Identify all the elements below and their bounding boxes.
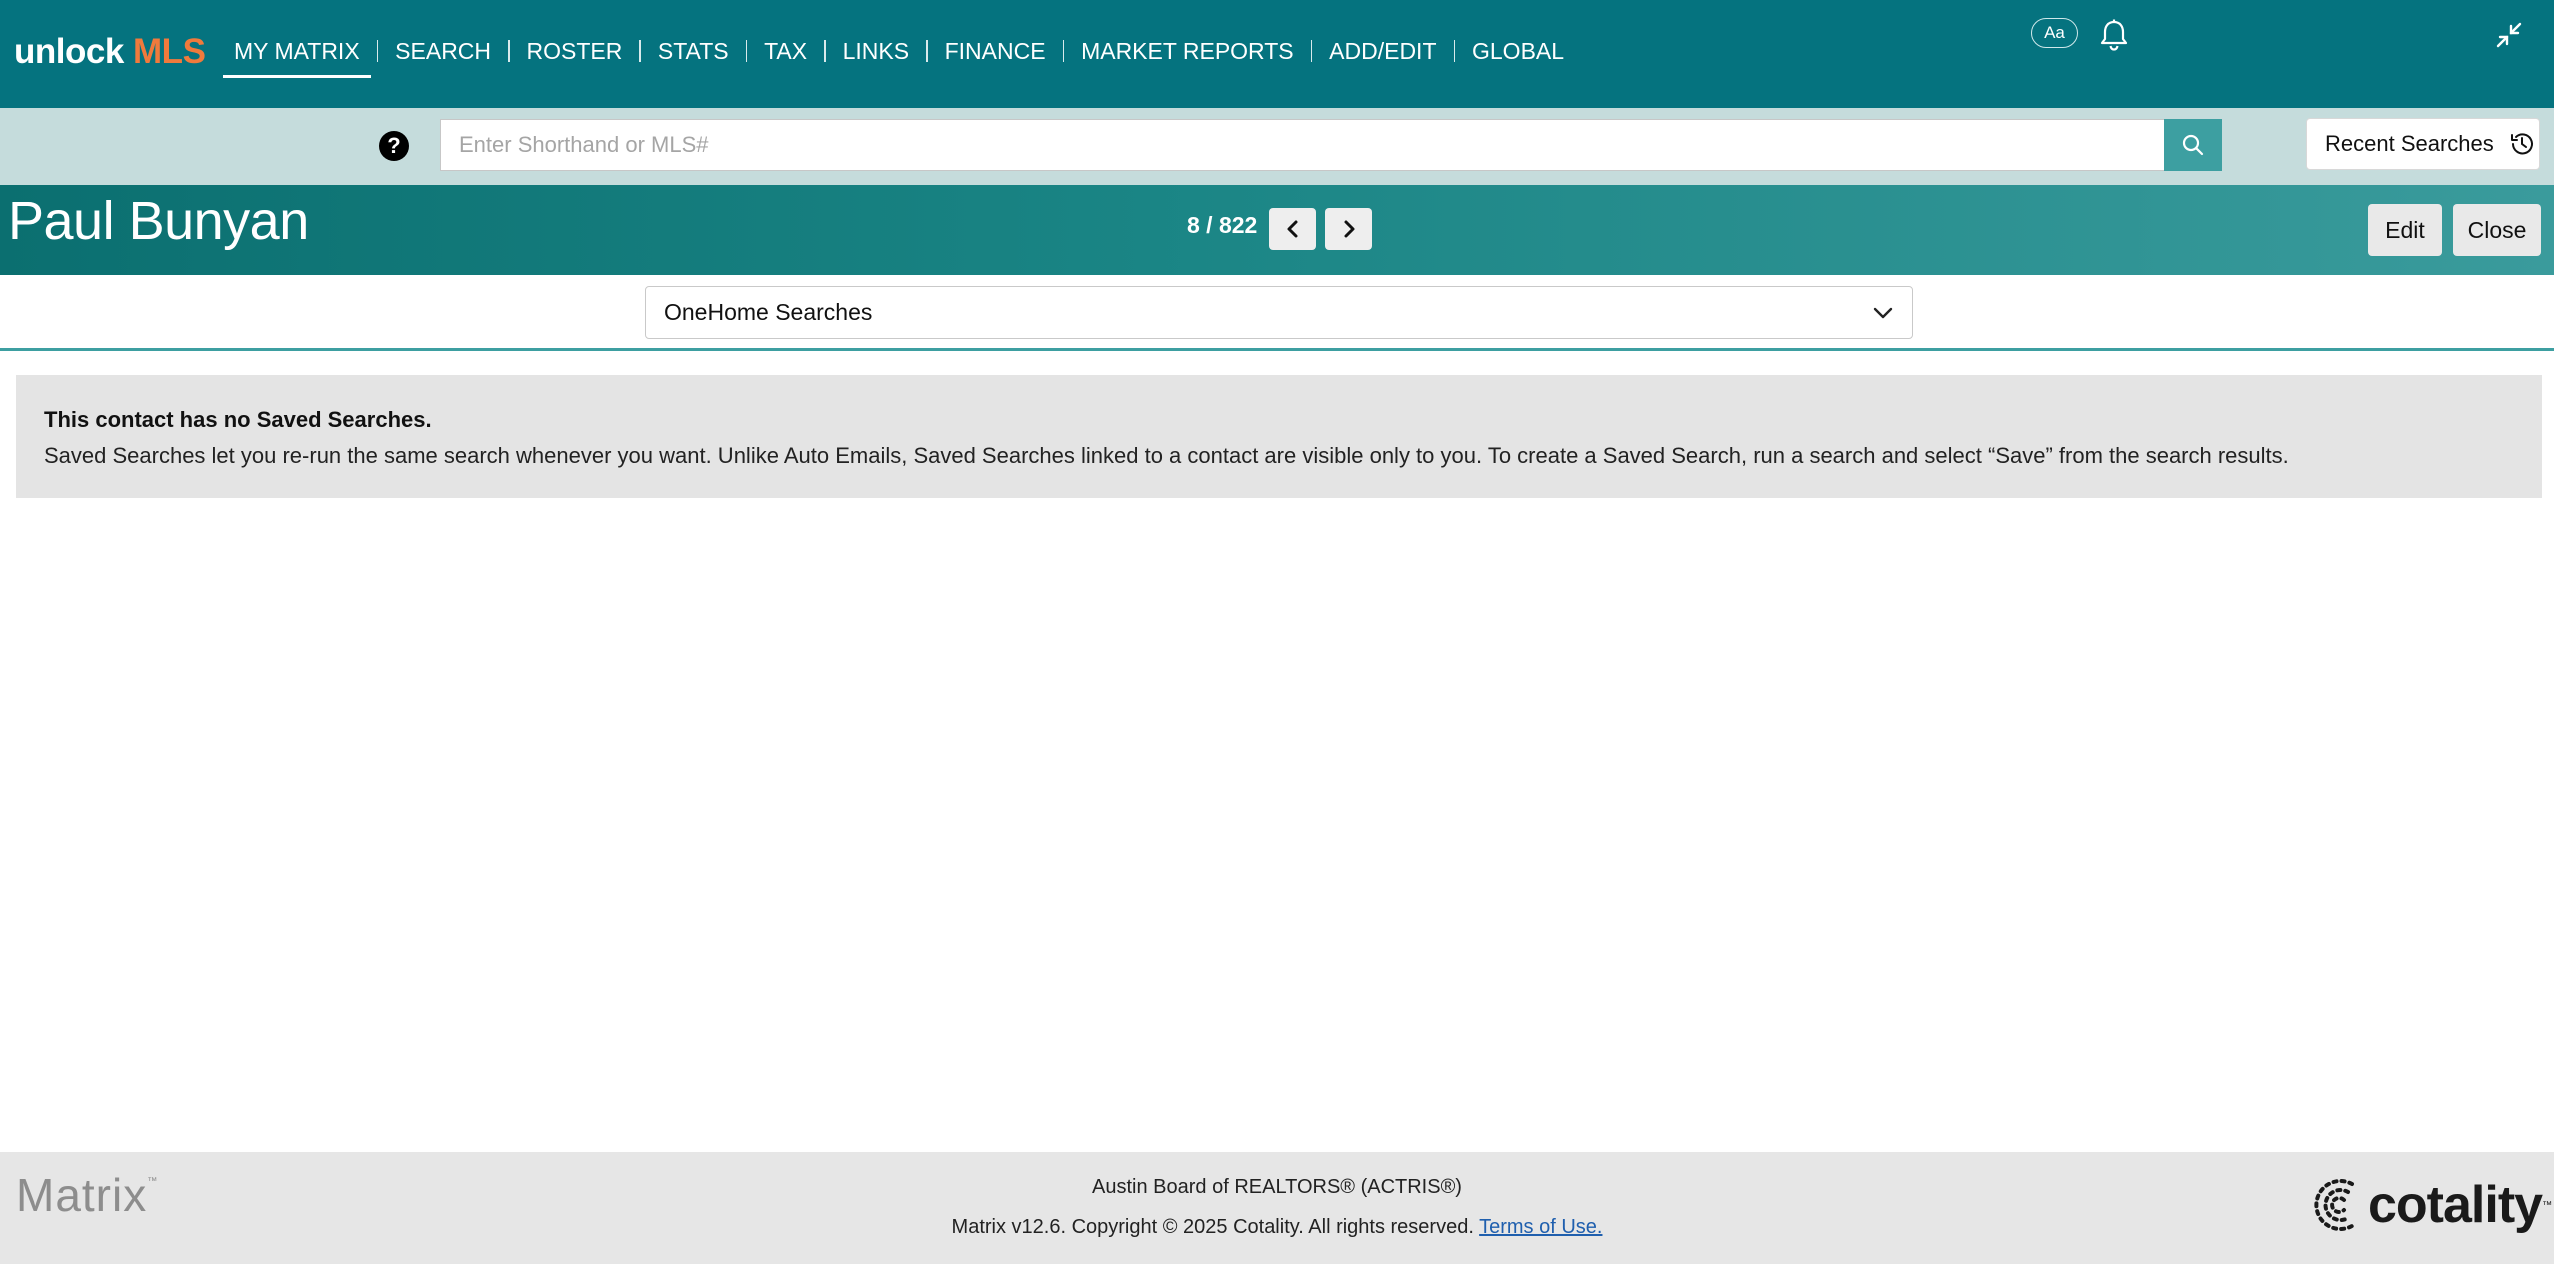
nav-divider: [508, 40, 510, 62]
chevron-left-icon: [1287, 220, 1297, 238]
top-navigation-bar: unlock MLS MY MATRIX SEARCH ROSTER STATS…: [0, 0, 2554, 108]
message-body: Saved Searches let you re-run the same s…: [44, 443, 2289, 468]
nav-divider: [926, 40, 928, 62]
history-icon: [2510, 133, 2533, 155]
next-record-button[interactable]: [1325, 208, 1372, 250]
contact-view-selected: OneHome Searches: [664, 299, 873, 325]
cotality-logo: cotality ™: [2306, 1172, 2552, 1238]
nav-divider: [1062, 40, 1065, 62]
close-button[interactable]: Close: [2453, 204, 2541, 256]
nav-item-my-matrix[interactable]: MY MATRIX: [223, 28, 371, 78]
contact-view-select[interactable]: OneHome Searches: [645, 286, 1913, 339]
record-counter: 8 / 822: [1187, 212, 1258, 238]
nav-divider: [1453, 40, 1455, 62]
nav-item-global[interactable]: GLOBAL: [1461, 28, 1575, 74]
nav-divider: [639, 40, 641, 62]
unlock-mls-logo[interactable]: unlock MLS: [14, 32, 206, 72]
font-size-button[interactable]: Aa: [2031, 18, 2078, 48]
footer-board-name: Austin Board of REALTORS® (ACTRIS®): [1092, 1176, 1462, 1198]
nav-item-tax[interactable]: TAX: [753, 28, 818, 74]
nav-item-finance[interactable]: FINANCE: [934, 28, 1057, 74]
recent-searches-button[interactable]: Recent Searches: [2306, 118, 2540, 170]
nav-item-add-edit[interactable]: ADD/EDIT: [1318, 28, 1447, 74]
nav-divider: [745, 40, 748, 62]
empty-saved-searches-message: This contact has no Saved Searches. Save…: [16, 375, 2542, 498]
nav-item-search[interactable]: SEARCH: [384, 28, 502, 74]
search-button[interactable]: [2164, 119, 2222, 171]
collapse-icon[interactable]: [2494, 20, 2524, 50]
cotality-mark-icon: [2314, 1179, 2354, 1231]
page-footer: [0, 1152, 2554, 1264]
recent-searches-label: Recent Searches: [2325, 131, 2494, 156]
nav-divider: [376, 40, 379, 62]
help-icon[interactable]: ?: [379, 131, 409, 161]
nav-item-roster[interactable]: ROSTER: [516, 28, 634, 74]
main-menu: MY MATRIX SEARCH ROSTER STATS TAX LINKS …: [223, 28, 1575, 78]
chevron-right-icon: [1344, 220, 1354, 238]
nav-divider: [824, 40, 826, 62]
notifications-bell-icon[interactable]: [2098, 18, 2130, 52]
terms-of-use-link[interactable]: Terms of Use.: [1479, 1216, 1602, 1238]
contact-name: Paul Bunyan: [8, 191, 309, 251]
footer-copyright: Matrix v12.6. Copyright © 2025 Cotality.…: [951, 1216, 1474, 1238]
chevron-down-icon: [1873, 307, 1893, 319]
nav-item-stats[interactable]: STATS: [647, 28, 740, 74]
previous-record-button[interactable]: [1269, 208, 1316, 250]
search-icon: [2182, 134, 2204, 156]
message-title: This contact has no Saved Searches.: [44, 407, 432, 432]
edit-button[interactable]: Edit: [2368, 204, 2442, 256]
shorthand-search-input[interactable]: [440, 119, 2165, 171]
nav-item-market-reports[interactable]: MARKET REPORTS: [1070, 28, 1305, 74]
footer-copyright-line: Matrix v12.6. Copyright © 2025 Cotality.…: [0, 1216, 2554, 1239]
nav-divider: [1310, 40, 1313, 62]
nav-item-links[interactable]: LINKS: [832, 28, 920, 74]
